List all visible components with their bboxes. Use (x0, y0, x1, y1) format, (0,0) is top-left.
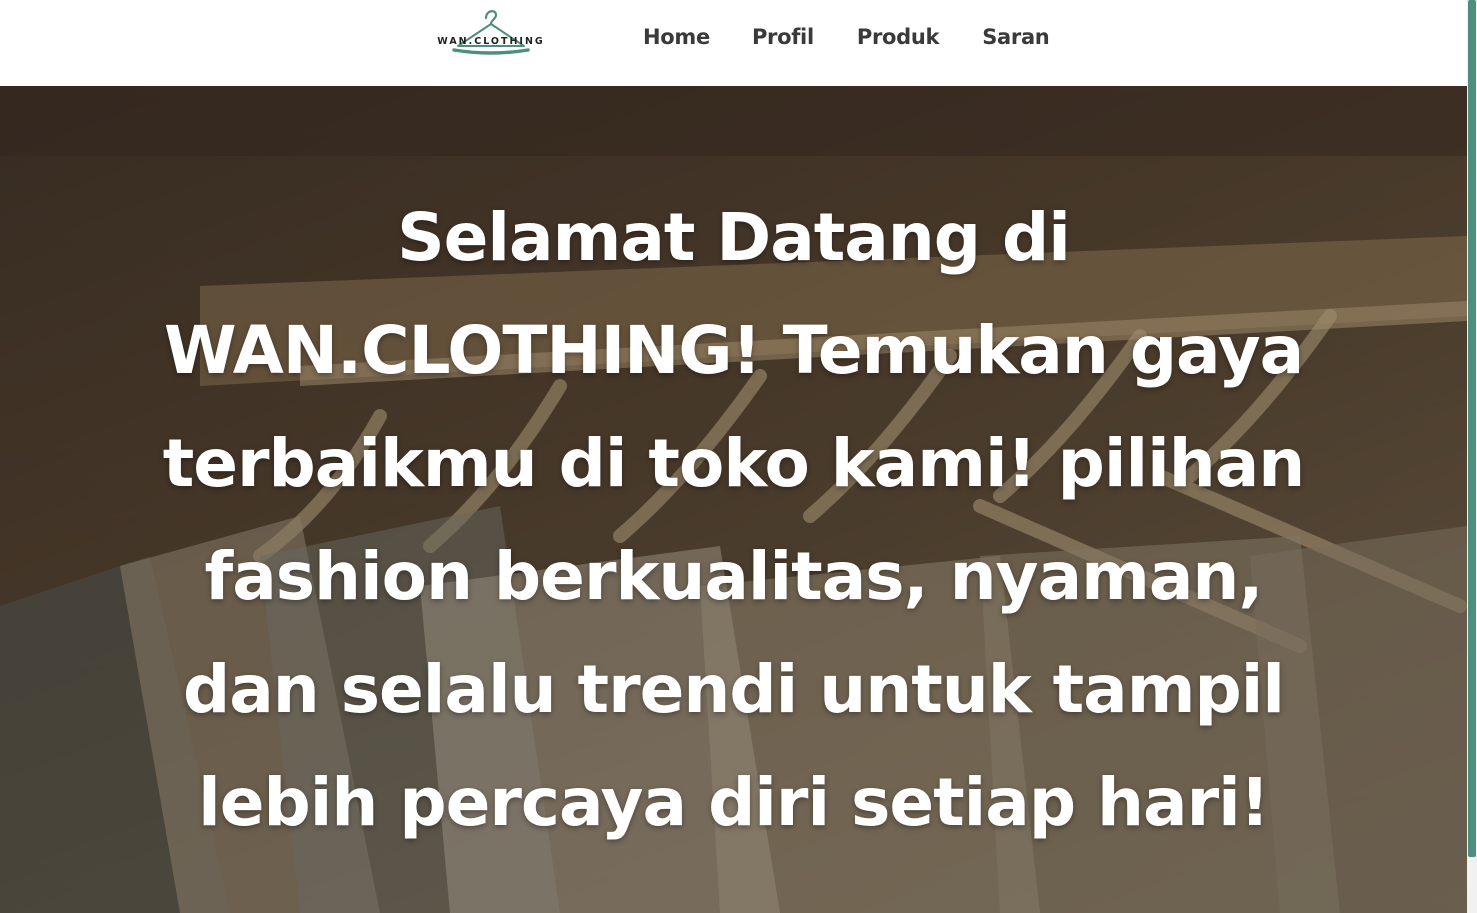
nav-link-produk[interactable]: Produk (857, 25, 940, 49)
nav-link-home[interactable]: Home (643, 25, 710, 49)
hero-heading: Selamat Datang di WAN.CLOTHING! Temukan … (162, 199, 1306, 841)
scrollbar-thumb[interactable] (1468, 0, 1476, 857)
hanger-icon (452, 10, 530, 55)
page-scrollbar[interactable] (1467, 0, 1477, 913)
brand-logo[interactable]: WAN.CLOTHING (434, 6, 548, 56)
navbar: WAN.CLOTHING Home Profil Produk Saran (0, 0, 1467, 86)
page: WAN.CLOTHING Home Profil Produk Saran Se… (0, 0, 1477, 913)
nav-link-profil[interactable]: Profil (752, 25, 814, 49)
main-nav: Home Profil Produk Saran (643, 25, 1050, 49)
hero-section: Selamat Datang di WAN.CLOTHING! Temukan … (0, 86, 1467, 913)
brand-name: WAN.CLOTHING (437, 36, 545, 47)
nav-link-saran[interactable]: Saran (982, 25, 1050, 49)
